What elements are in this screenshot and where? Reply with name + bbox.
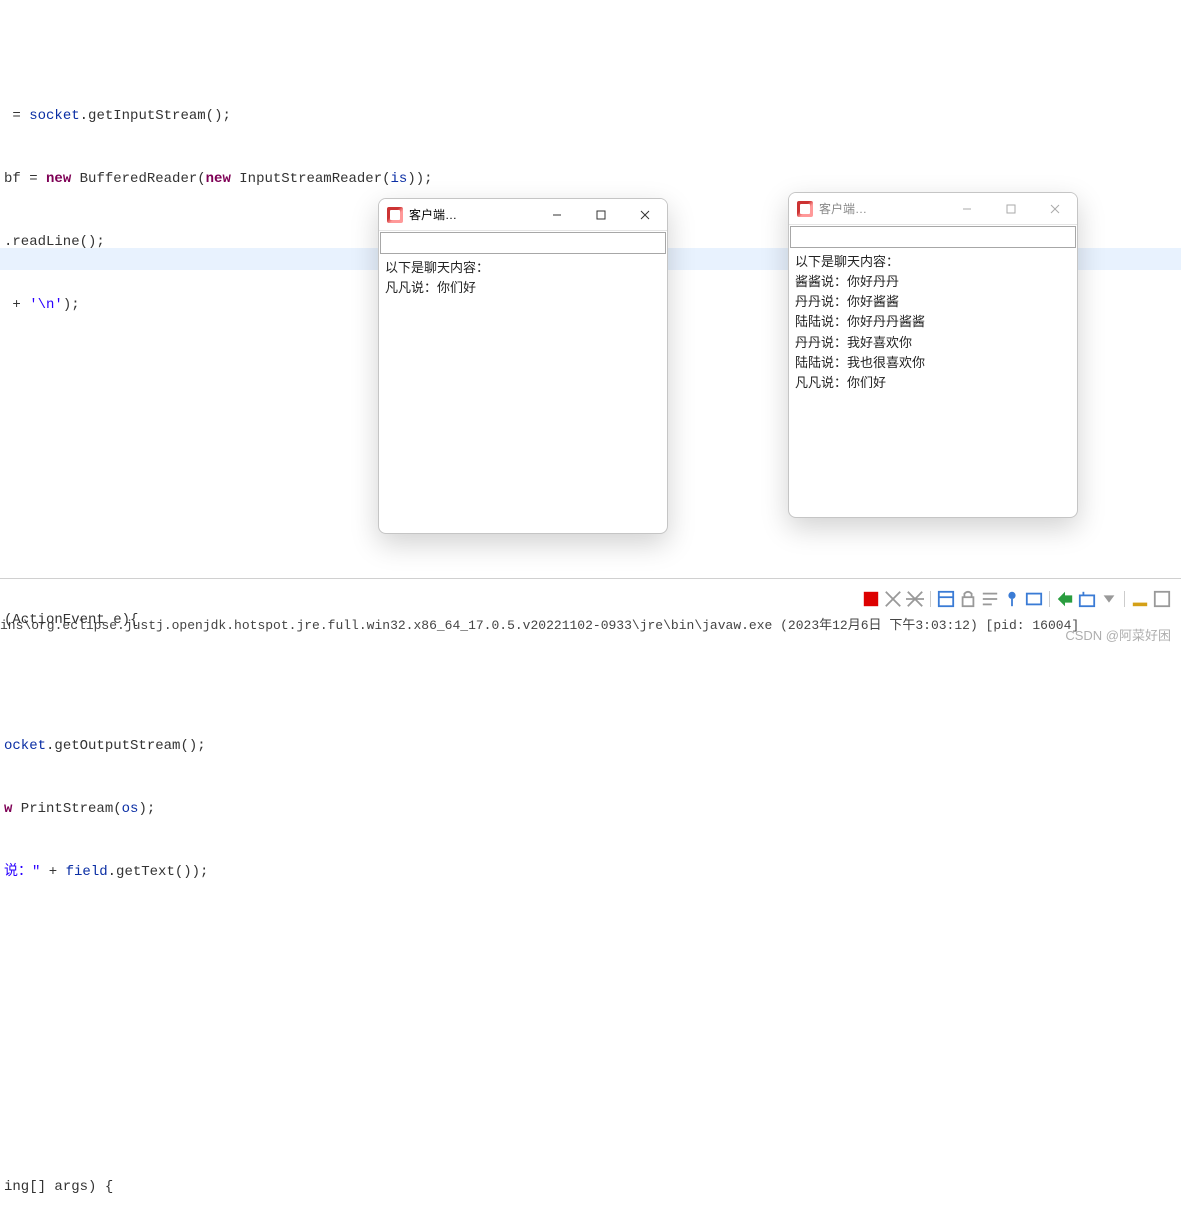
code-text: InputStreamReader( bbox=[231, 171, 391, 187]
code-text: os bbox=[122, 801, 139, 817]
code-text: BufferedReader( bbox=[71, 171, 205, 187]
code-text: + bbox=[40, 864, 65, 880]
chat-line: 凡凡说：你们好 bbox=[795, 373, 1071, 393]
titlebar[interactable]: 客户端… bbox=[379, 199, 667, 231]
terminate-icon[interactable] bbox=[862, 590, 880, 608]
console-toolbar bbox=[862, 590, 1171, 608]
code-text: socket bbox=[29, 108, 79, 124]
chat-header: 以下是聊天内容： bbox=[795, 252, 1071, 272]
window-title: 客户端… bbox=[409, 206, 457, 223]
pin-console-icon[interactable] bbox=[1003, 590, 1021, 608]
code-text: bf = bbox=[4, 171, 46, 187]
code-text: = bbox=[4, 108, 29, 124]
code-text: ); bbox=[63, 297, 80, 313]
code-text: ing[] args) { bbox=[4, 1179, 113, 1195]
close-button[interactable] bbox=[623, 199, 667, 230]
remove-all-terminated-icon[interactable] bbox=[884, 590, 902, 608]
code-text: field bbox=[66, 864, 108, 880]
word-wrap-icon[interactable] bbox=[981, 590, 999, 608]
chat-line: 丹丹说：我好喜欢你 bbox=[795, 333, 1071, 353]
titlebar[interactable]: 客户端… bbox=[789, 193, 1077, 225]
toolbar-separator bbox=[1049, 591, 1050, 607]
minimize-button[interactable] bbox=[535, 199, 579, 230]
chat-line: 酱酱说：你好丹丹 bbox=[795, 272, 1071, 292]
code-text: is bbox=[391, 171, 408, 187]
maximize-button[interactable] bbox=[989, 193, 1033, 224]
dropdown-icon[interactable] bbox=[1100, 590, 1118, 608]
console-separator bbox=[0, 578, 1181, 579]
remove-launch-icon[interactable] bbox=[906, 590, 924, 608]
code-text: ocket bbox=[4, 738, 46, 754]
code-text: ); bbox=[138, 801, 155, 817]
chat-log: 以下是聊天内容： 酱酱说：你好丹丹 丹丹说：你好酱酱 陆陆说：你好丹丹酱酱 丹丹… bbox=[789, 248, 1077, 517]
code-text: .readLine(); bbox=[4, 234, 105, 250]
toolbar-separator bbox=[1124, 591, 1125, 607]
chat-header: 以下是聊天内容： bbox=[385, 258, 661, 278]
maximize-view-icon[interactable] bbox=[1153, 590, 1171, 608]
code-text: PrintStream( bbox=[12, 801, 121, 817]
code-text: (ActionEvent e){ bbox=[4, 612, 138, 628]
code-keyword: new bbox=[46, 171, 71, 187]
minimize-button[interactable] bbox=[945, 193, 989, 224]
code-text: .getOutputStream(); bbox=[46, 738, 206, 754]
maximize-button[interactable] bbox=[579, 199, 623, 230]
code-keyword: w bbox=[4, 801, 12, 817]
clear-console-icon[interactable] bbox=[937, 590, 955, 608]
toolbar-separator bbox=[930, 591, 931, 607]
code-text: )); bbox=[407, 171, 432, 187]
display-selected-console-icon[interactable] bbox=[1056, 590, 1074, 608]
chat-line: 陆陆说：我也很喜欢你 bbox=[795, 353, 1071, 373]
close-button[interactable] bbox=[1033, 193, 1077, 224]
window-title: 客户端… bbox=[819, 200, 867, 217]
code-char-literal: '\n' bbox=[29, 297, 63, 313]
code-text: .getText()); bbox=[108, 864, 209, 880]
code-string: 说：" bbox=[4, 864, 40, 880]
scroll-lock-icon[interactable] bbox=[959, 590, 977, 608]
code-text: + bbox=[4, 297, 29, 313]
open-console-icon[interactable] bbox=[1025, 590, 1043, 608]
java-cup-icon bbox=[387, 207, 403, 223]
java-cup-icon bbox=[797, 201, 813, 217]
new-console-view-icon[interactable] bbox=[1078, 590, 1096, 608]
code-text: .getInputStream(); bbox=[80, 108, 231, 124]
code-keyword: new bbox=[206, 171, 231, 187]
minimize-view-icon[interactable] bbox=[1131, 590, 1149, 608]
